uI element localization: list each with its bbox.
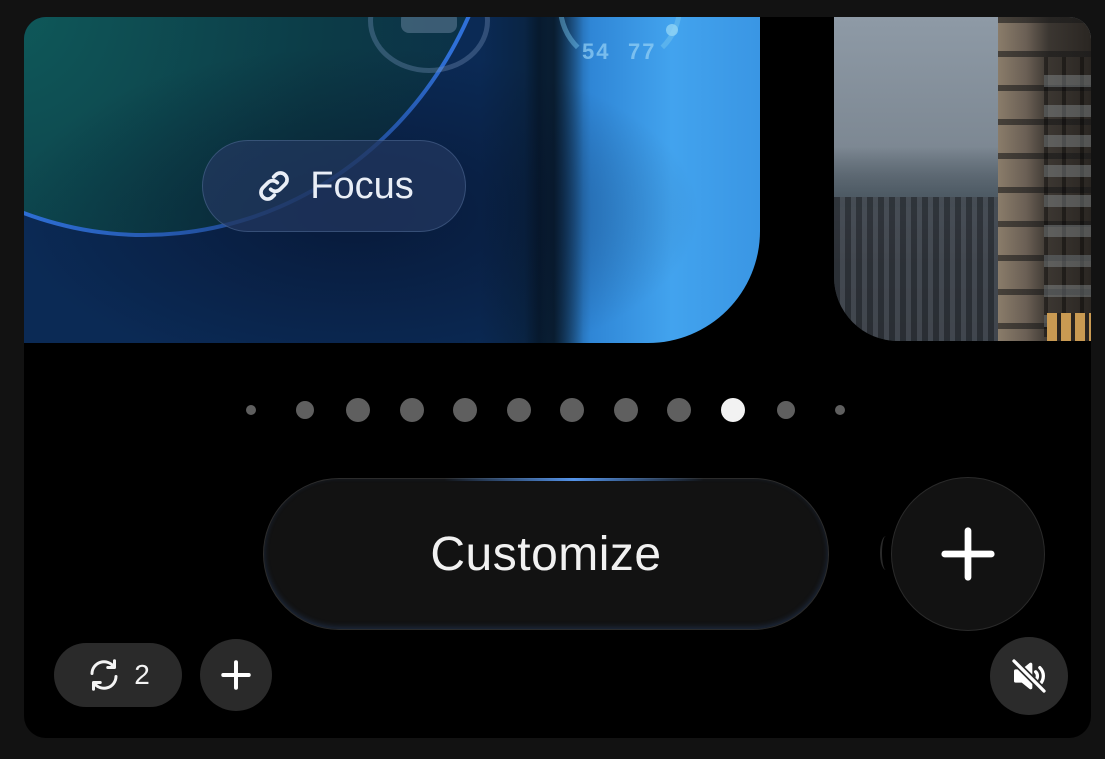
page-dot[interactable] — [400, 398, 424, 422]
page-indicator[interactable] — [24, 395, 1091, 425]
page-dot[interactable] — [614, 398, 638, 422]
page-dot[interactable] — [835, 405, 845, 415]
plus-icon — [941, 527, 995, 581]
page-dot[interactable] — [246, 405, 256, 415]
page-dot[interactable] — [453, 398, 477, 422]
app-window: 54 77 Focus Customize 2 — [24, 17, 1091, 738]
tower-windows — [1044, 57, 1091, 337]
wallpaper-card-city[interactable] — [834, 17, 1091, 341]
mute-button[interactable] — [990, 637, 1068, 715]
page-dot[interactable] — [560, 398, 584, 422]
page-dot[interactable] — [346, 398, 370, 422]
link-icon — [259, 171, 290, 201]
customize-button[interactable]: Customize — [263, 478, 829, 630]
weather-high: 77 — [628, 39, 657, 64]
city-buildings — [834, 197, 1014, 341]
shuffle-count: 2 — [134, 659, 150, 690]
speaker-muted-icon — [1010, 657, 1048, 695]
plus-icon — [221, 660, 251, 690]
focus-label: Focus — [310, 164, 414, 207]
wallpaper-card-focus[interactable]: 54 77 Focus — [24, 17, 760, 343]
page-dot[interactable] — [777, 401, 795, 419]
weather-gauge-indicator — [666, 24, 678, 36]
customize-label: Customize — [430, 527, 662, 581]
weather-low: 54 — [582, 39, 611, 64]
widget-icon — [401, 17, 457, 33]
page-dot[interactable] — [296, 401, 314, 419]
refresh-icon — [90, 659, 118, 691]
page-dot[interactable] — [507, 398, 531, 422]
page-dot[interactable] — [667, 398, 691, 422]
page-dot-active[interactable] — [721, 398, 745, 422]
tower-lights — [1047, 313, 1091, 341]
focus-link-button[interactable]: Focus — [202, 140, 466, 232]
add-wallpaper-button[interactable] — [880, 477, 1045, 631]
shuffle-button[interactable]: 2 — [54, 643, 182, 707]
add-button[interactable] — [200, 639, 272, 711]
